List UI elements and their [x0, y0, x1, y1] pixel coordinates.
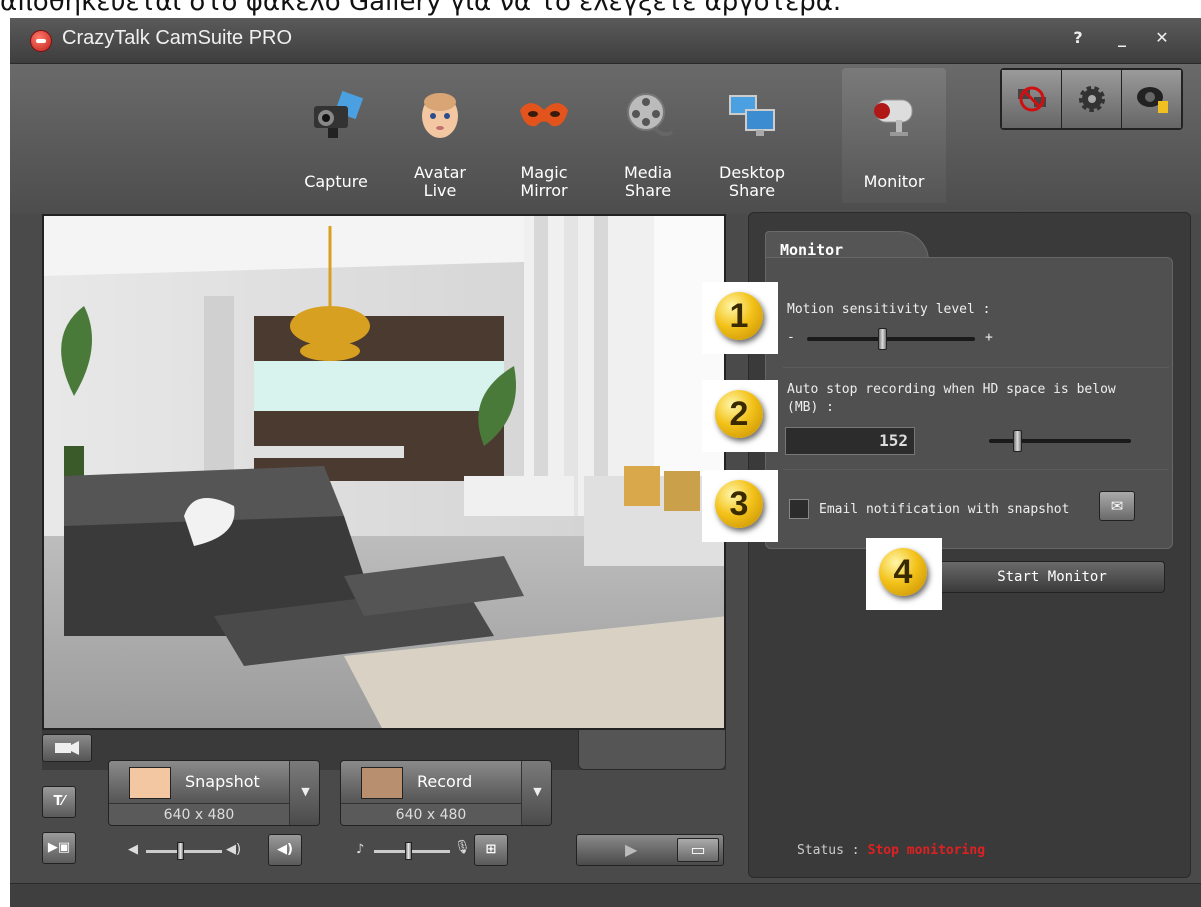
tab-label: Magic Mirror: [520, 163, 568, 200]
chevron-down-icon: ▼: [301, 785, 310, 798]
speaker-icon: ◀): [277, 842, 293, 857]
text-pen-icon: T⁄: [53, 794, 65, 809]
hd-space-field[interactable]: 152: [785, 427, 915, 455]
chevron-down-icon: ▼: [533, 785, 542, 798]
effects-icon: ▶▣: [47, 840, 71, 855]
microphone-icon: 🎙: [454, 840, 471, 855]
camera-switch-icon: [55, 741, 79, 755]
mute-button[interactable]: ◀): [268, 834, 302, 866]
gear-icon[interactable]: [1062, 70, 1122, 128]
mixer-icon: ⊞: [485, 842, 497, 857]
callout-badge-4: 4: [866, 538, 942, 610]
slider-knob[interactable]: [177, 842, 184, 860]
preview-tab: [578, 730, 726, 770]
divider: [783, 469, 1169, 470]
record-button[interactable]: Record 640 x 480 ▼: [340, 760, 552, 826]
envelope-icon: ✉: [1110, 497, 1124, 515]
slider-knob[interactable]: [405, 842, 412, 860]
tab-avatar-live[interactable]: Avatar Live: [388, 68, 492, 203]
right-tools: [1000, 68, 1183, 130]
motion-sensitivity-label: Motion sensitivity level :: [787, 302, 991, 317]
motion-minus-label: -: [787, 330, 795, 345]
mask-icon: [520, 103, 568, 127]
status-label: Status :: [797, 843, 860, 858]
minimize-button[interactable]: _: [1110, 28, 1134, 47]
tab-desktop-share[interactable]: Desktop Share: [700, 68, 804, 203]
gallery-folder-button[interactable]: ▭: [677, 838, 719, 862]
tab-capture[interactable]: Capture: [284, 68, 388, 203]
email-notification-checkbox[interactable]: [789, 499, 809, 519]
callout-badge-2: 2: [702, 380, 778, 452]
snapshot-resolution: 640 x 480: [109, 804, 289, 825]
email-settings-button[interactable]: ✉: [1099, 491, 1135, 521]
tab-label: Monitor: [863, 172, 925, 191]
video-source-button[interactable]: [42, 734, 92, 762]
hd-space-slider[interactable]: [989, 430, 1131, 452]
help-button[interactable]: ?: [1066, 28, 1090, 47]
status-strip: [10, 883, 1201, 907]
callout-badge-3: 3: [702, 470, 778, 542]
tab-label: Desktop Share: [719, 163, 785, 200]
snapshot-button[interactable]: Snapshot 640 x 480 ▼: [108, 760, 320, 826]
playback-controls: ▶ ▭: [576, 834, 724, 866]
status-line: Status : Stop monitoring: [797, 843, 985, 858]
camera-preview: [42, 214, 726, 730]
app-window: CrazyTalk CamSuite PRO ? _ ✕ Capture Ava…: [10, 18, 1201, 907]
record-resolution: 640 x 480: [341, 804, 521, 825]
monitors-icon: [729, 95, 775, 136]
tab-label: Media Share: [623, 163, 673, 200]
email-notification-label: Email notification with snapshot: [819, 502, 1070, 517]
divider: [783, 367, 1169, 368]
film-reel-icon: [627, 93, 674, 137]
document-caption: αποθηκεύεται στο φάκελο Gallery για να τ…: [0, 0, 842, 17]
tab-media-share[interactable]: Media Share: [596, 68, 700, 203]
snapshot-label: Snapshot: [185, 772, 260, 791]
snapshot-dropdown[interactable]: ▼: [290, 761, 319, 825]
webcam-icon[interactable]: [1122, 70, 1181, 128]
record-label: Record: [417, 772, 473, 791]
tab-label: Avatar Live: [414, 163, 466, 200]
room-image: [44, 216, 724, 728]
snapshot-thumbnail: [129, 767, 171, 799]
text-tool-button[interactable]: T⁄: [42, 786, 76, 818]
music-note-icon: ♪: [356, 842, 365, 857]
start-monitor-button[interactable]: Start Monitor: [939, 561, 1165, 593]
no-network-icon[interactable]: [1002, 70, 1062, 128]
record-dropdown[interactable]: ▼: [522, 761, 551, 825]
motion-plus-label: +: [985, 330, 993, 345]
status-value: Stop monitoring: [867, 843, 986, 858]
speaker-low-icon: ◀: [128, 842, 138, 857]
tab-monitor[interactable]: Monitor: [842, 68, 946, 203]
camera-icon: [314, 90, 364, 138]
audio-mixer-button[interactable]: ⊞: [474, 834, 508, 866]
record-thumbnail: [361, 767, 403, 799]
microphone-slider[interactable]: [374, 842, 450, 860]
folder-icon: ▭: [690, 840, 706, 859]
effects-button[interactable]: ▶▣: [42, 832, 76, 864]
slider-knob[interactable]: [1013, 430, 1022, 452]
speaker-high-icon: ◀): [226, 842, 242, 857]
monitor-panel: Monitor Motion sensitivity level : - + A…: [748, 212, 1191, 878]
callout-badge-1: 1: [702, 282, 778, 354]
motion-sensitivity-slider[interactable]: [807, 328, 975, 350]
slider-knob[interactable]: [878, 328, 887, 350]
title-bar: CrazyTalk CamSuite PRO ? _ ✕: [10, 18, 1201, 64]
autostop-label: Auto stop recording when HD space is bel…: [787, 382, 1116, 415]
baby-face-icon: [422, 93, 458, 138]
app-logo-icon: [30, 30, 52, 52]
close-button[interactable]: ✕: [1150, 28, 1174, 47]
play-icon[interactable]: ▶: [625, 840, 637, 859]
volume-slider[interactable]: [146, 842, 222, 860]
app-title: CrazyTalk CamSuite PRO: [62, 27, 293, 49]
security-camera-icon: [874, 99, 913, 136]
tab-label: Capture: [304, 172, 368, 191]
mode-toolbar: Capture Avatar Live Magic Mirror Media S…: [10, 64, 1201, 214]
tab-magic-mirror[interactable]: Magic Mirror: [492, 68, 596, 203]
